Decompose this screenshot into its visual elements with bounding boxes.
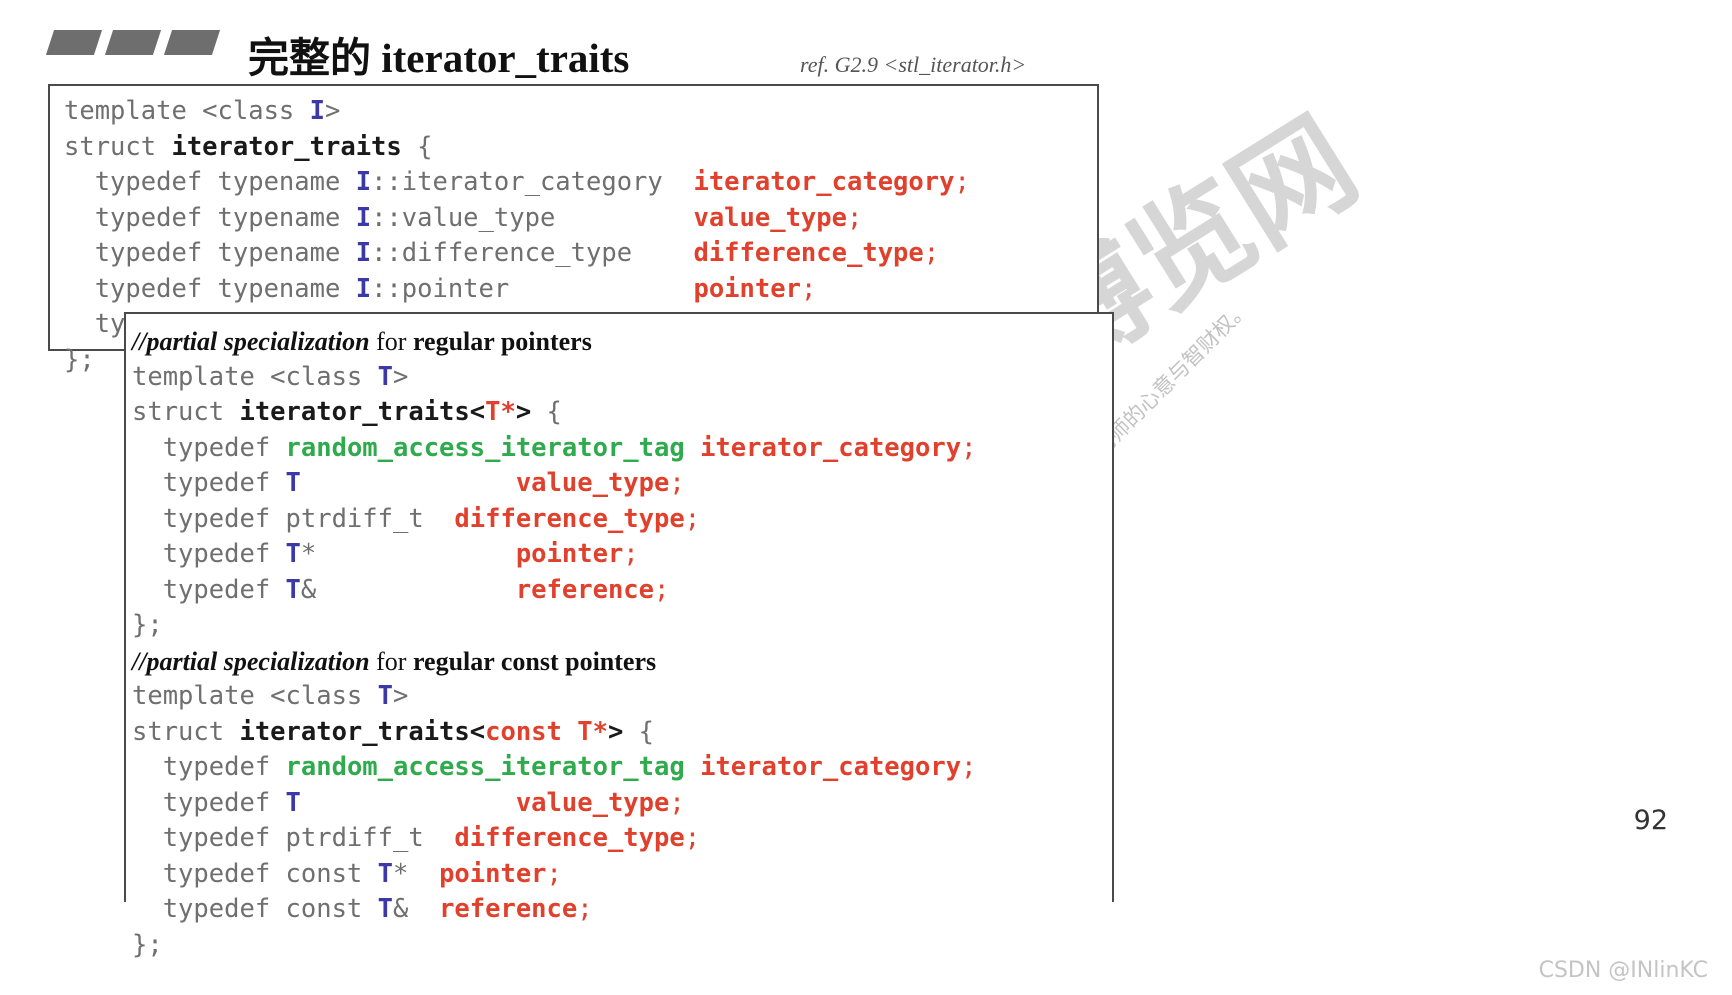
- reference-note: ref. G2.9 <stl_iterator.h>: [800, 52, 1027, 77]
- csdn-attribution: CSDN @INlinKC: [1538, 958, 1708, 983]
- code-line: typedef T value_type;: [132, 787, 685, 818]
- code-line: typedef random_access_iterator_tag itera…: [132, 752, 977, 782]
- code-line: template <class T>: [132, 361, 409, 392]
- code-line: typedef typename I::difference_type diff…: [64, 238, 940, 268]
- bullet-squares-icon: [45, 30, 221, 55]
- code-line: typedef T* pointer;: [132, 539, 639, 569]
- page-title-en: iterator_traits: [381, 35, 630, 81]
- code-line: typedef const T* pointer;: [132, 858, 562, 889]
- code-line: typedef const T& reference;: [132, 894, 593, 924]
- code-line: struct iterator_traits<const T*> {: [132, 716, 655, 747]
- code-line: typedef T value_type;: [132, 468, 685, 498]
- code-line: struct iterator_traits {: [64, 131, 433, 162]
- code-comment-line: //partial specialization for regular poi…: [132, 327, 592, 356]
- code-line: struct iterator_traits<T*> {: [132, 397, 562, 427]
- code-line: typedef ptrdiff_t difference_type;: [132, 503, 701, 534]
- code-line: typedef ptrdiff_t difference_type;: [132, 823, 701, 853]
- code-box-primary-template: template <class I> struct iterator_traits…: [48, 84, 1099, 375]
- page-title: 完整的 iterator_traits: [248, 24, 629, 84]
- code-comment-line: //partial specialization for regular con…: [132, 646, 657, 676]
- code-line: typedef typename I::iterator_category it…: [64, 167, 970, 197]
- code-line: typedef random_access_iterator_tag itera…: [132, 432, 977, 463]
- page-number: 92: [1633, 805, 1668, 836]
- code-box-partial-specializations: //partial specialization for regular poi…: [124, 312, 1114, 960]
- code-line: typedef T& reference;: [132, 574, 670, 605]
- code-line: };: [132, 610, 163, 640]
- slide-header: 完整的 iterator_traits ref. G2.9 <stl_itera…: [0, 0, 1732, 86]
- page-title-cn: 完整的: [248, 34, 371, 82]
- code-line: typedef typename I::value_type value_typ…: [64, 202, 863, 233]
- code-line: };: [132, 929, 163, 960]
- code-line: typedef typename I::pointer pointer;: [64, 273, 817, 304]
- code-line: template <class I>: [64, 96, 341, 126]
- code-line: template <class T>: [132, 681, 409, 711]
- code-lines-partial: //partial specialization for regular poi…: [126, 324, 1112, 963]
